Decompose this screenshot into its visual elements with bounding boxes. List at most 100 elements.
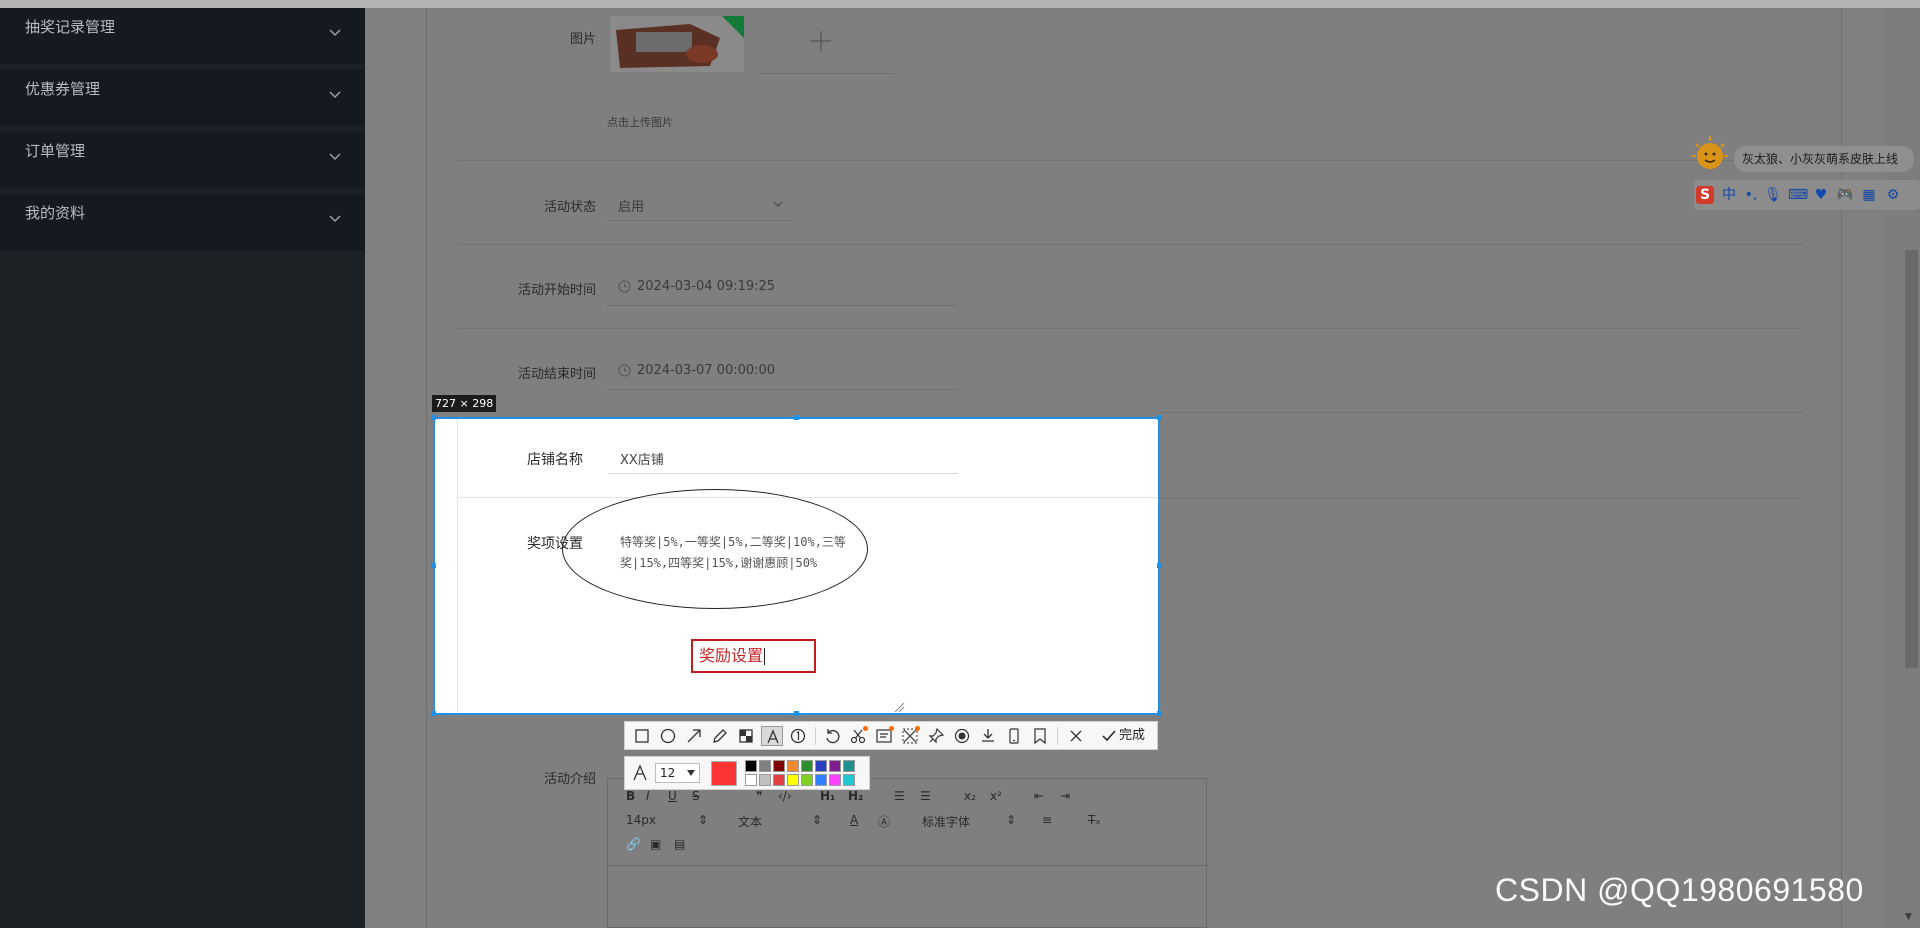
plus-icon[interactable] bbox=[808, 28, 834, 54]
link-icon[interactable]: 🔗 bbox=[626, 837, 641, 851]
underline-icon[interactable]: U bbox=[668, 789, 677, 803]
color-swatch[interactable] bbox=[843, 774, 855, 786]
font-size-dropdown[interactable]: 12 bbox=[655, 763, 700, 783]
color-swatch[interactable] bbox=[801, 774, 813, 786]
rich-text-editor[interactable]: B I U S ❞ ‹/› H₁ H₂ ☰ ☰ x₂ x² ⇤ ⇥ 14px ⇕… bbox=[607, 778, 1208, 928]
done-label: 完成 bbox=[1119, 728, 1146, 743]
cancel-button[interactable] bbox=[1065, 726, 1087, 746]
color-swatch[interactable] bbox=[843, 760, 855, 772]
heading2-icon[interactable]: H₂ bbox=[848, 789, 863, 803]
apps-grid-icon[interactable]: ▦ bbox=[1860, 186, 1878, 204]
rectangle-tool[interactable] bbox=[631, 726, 653, 746]
clock-icon bbox=[618, 364, 631, 377]
subscript-icon[interactable]: x₂ bbox=[964, 789, 976, 803]
scrollbar-thumb[interactable] bbox=[1905, 250, 1918, 668]
selection-handle[interactable] bbox=[1157, 563, 1162, 568]
color-swatch[interactable] bbox=[787, 774, 799, 786]
color-swatch[interactable] bbox=[787, 760, 799, 772]
color-swatch[interactable] bbox=[801, 760, 813, 772]
uploaded-image-thumbnail[interactable] bbox=[610, 16, 744, 72]
skin-icon[interactable]: ♥ bbox=[1812, 186, 1830, 204]
color-swatch[interactable] bbox=[815, 774, 827, 786]
color-swatch[interactable] bbox=[745, 774, 757, 786]
selection-handle[interactable] bbox=[431, 563, 436, 568]
send-to-phone-button[interactable] bbox=[1003, 726, 1025, 746]
clear-format-icon[interactable]: T̶ₓ bbox=[1088, 813, 1101, 827]
sogou-logo-icon[interactable]: S bbox=[1696, 186, 1714, 204]
color-swatch[interactable] bbox=[773, 774, 785, 786]
chinese-mode-icon[interactable]: 中 bbox=[1720, 186, 1738, 204]
heading1-icon[interactable]: H₁ bbox=[820, 789, 835, 803]
undo-button[interactable] bbox=[821, 726, 843, 746]
ime-notice[interactable]: 灰太狼、小灰灰萌系皮肤上线 bbox=[1734, 146, 1914, 172]
scroll-down-arrow[interactable]: ▼ bbox=[1905, 912, 1917, 922]
video-icon[interactable]: ▤ bbox=[674, 837, 685, 851]
color-swatch[interactable] bbox=[829, 774, 841, 786]
selection-handle[interactable] bbox=[1157, 711, 1162, 716]
store-name-input[interactable]: XX店铺 bbox=[620, 449, 664, 468]
settings-gear-icon[interactable]: ⚙ bbox=[1884, 186, 1902, 204]
italic-icon[interactable]: I bbox=[646, 789, 650, 803]
outdent-icon[interactable]: ⇤ bbox=[1034, 789, 1044, 803]
sidebar-item-lottery-records[interactable]: 抽奖记录管理 bbox=[0, 8, 365, 64]
blockquote-icon[interactable]: ❞ bbox=[756, 789, 762, 803]
background-color-icon[interactable]: Ⓐ bbox=[878, 813, 890, 830]
arrow-tool[interactable] bbox=[683, 726, 705, 746]
sun-mascot-icon[interactable] bbox=[1690, 134, 1730, 174]
screenshot-selection[interactable]: 店铺名称 XX店铺 奖项设置 特等奖|5%,一等奖|5%,二等奖|10%,三等 … bbox=[433, 417, 1160, 715]
save-button[interactable] bbox=[977, 726, 999, 746]
color-swatch[interactable] bbox=[759, 774, 771, 786]
selection-handle[interactable] bbox=[431, 711, 436, 716]
cutout-button[interactable] bbox=[847, 726, 869, 746]
selection-handle[interactable] bbox=[794, 711, 799, 716]
record-button[interactable] bbox=[951, 726, 973, 746]
text-tool[interactable] bbox=[761, 726, 783, 746]
punctuation-icon[interactable]: •, bbox=[1742, 186, 1760, 204]
code-icon[interactable]: ‹/› bbox=[778, 789, 792, 803]
status-select-value[interactable]: 启用 bbox=[618, 196, 644, 215]
color-swatch[interactable] bbox=[759, 760, 771, 772]
end-time-input[interactable]: 2024-03-07 00:00:00 bbox=[637, 363, 775, 378]
current-color-swatch[interactable] bbox=[711, 761, 737, 786]
paragraph-select[interactable]: 文本 bbox=[738, 813, 762, 830]
image-icon[interactable]: ▣ bbox=[650, 837, 661, 851]
color-swatch[interactable] bbox=[829, 760, 841, 772]
mosaic-tool[interactable] bbox=[735, 726, 757, 746]
ellipse-tool[interactable] bbox=[657, 726, 679, 746]
ordered-list-icon[interactable]: ☰ bbox=[894, 789, 905, 803]
annotation-text-box[interactable]: 奖励设置 bbox=[691, 639, 816, 673]
microphone-icon[interactable]: 🎙 bbox=[1764, 186, 1782, 204]
superscript-icon[interactable]: x² bbox=[990, 789, 1002, 803]
start-time-input[interactable]: 2024-03-04 09:19:25 bbox=[637, 279, 775, 294]
ocr-button[interactable] bbox=[873, 726, 895, 746]
number-tool[interactable] bbox=[787, 726, 809, 746]
keyboard-icon[interactable]: ⌨ bbox=[1788, 186, 1808, 204]
sidebar-item-profile[interactable]: 我的资料 bbox=[0, 194, 365, 250]
color-swatch[interactable] bbox=[745, 760, 757, 772]
done-button[interactable]: 完成 bbox=[1101, 726, 1145, 746]
panel-border bbox=[457, 419, 458, 713]
game-icon[interactable]: 🎮 bbox=[1836, 186, 1854, 204]
bold-icon[interactable]: B bbox=[626, 789, 635, 803]
selection-handle[interactable] bbox=[794, 415, 799, 420]
indent-icon[interactable]: ⇥ bbox=[1060, 789, 1070, 803]
selection-handle[interactable] bbox=[1157, 415, 1162, 420]
text-color-icon[interactable]: A bbox=[850, 813, 858, 827]
sidebar-item-orders[interactable]: 订单管理 bbox=[0, 132, 365, 188]
translate-button[interactable] bbox=[899, 726, 921, 746]
resize-grip-icon[interactable] bbox=[893, 701, 905, 713]
font-family-select[interactable]: 标准字体 bbox=[922, 813, 970, 830]
font-size-select[interactable]: 14px bbox=[626, 813, 656, 827]
strikethrough-icon[interactable]: S bbox=[692, 789, 700, 803]
start-time-label: 活动开始时间 bbox=[517, 283, 596, 298]
ellipse-annotation[interactable] bbox=[562, 489, 868, 609]
bookmark-button[interactable] bbox=[1029, 726, 1051, 746]
bullet-list-icon[interactable]: ☰ bbox=[920, 789, 931, 803]
selection-handle[interactable] bbox=[431, 415, 436, 420]
align-icon[interactable]: ≡ bbox=[1042, 813, 1052, 827]
color-swatch[interactable] bbox=[773, 760, 785, 772]
color-swatch[interactable] bbox=[815, 760, 827, 772]
sidebar-item-coupons[interactable]: 优惠券管理 bbox=[0, 70, 365, 126]
pin-button[interactable] bbox=[925, 726, 947, 746]
pen-tool[interactable] bbox=[709, 726, 731, 746]
